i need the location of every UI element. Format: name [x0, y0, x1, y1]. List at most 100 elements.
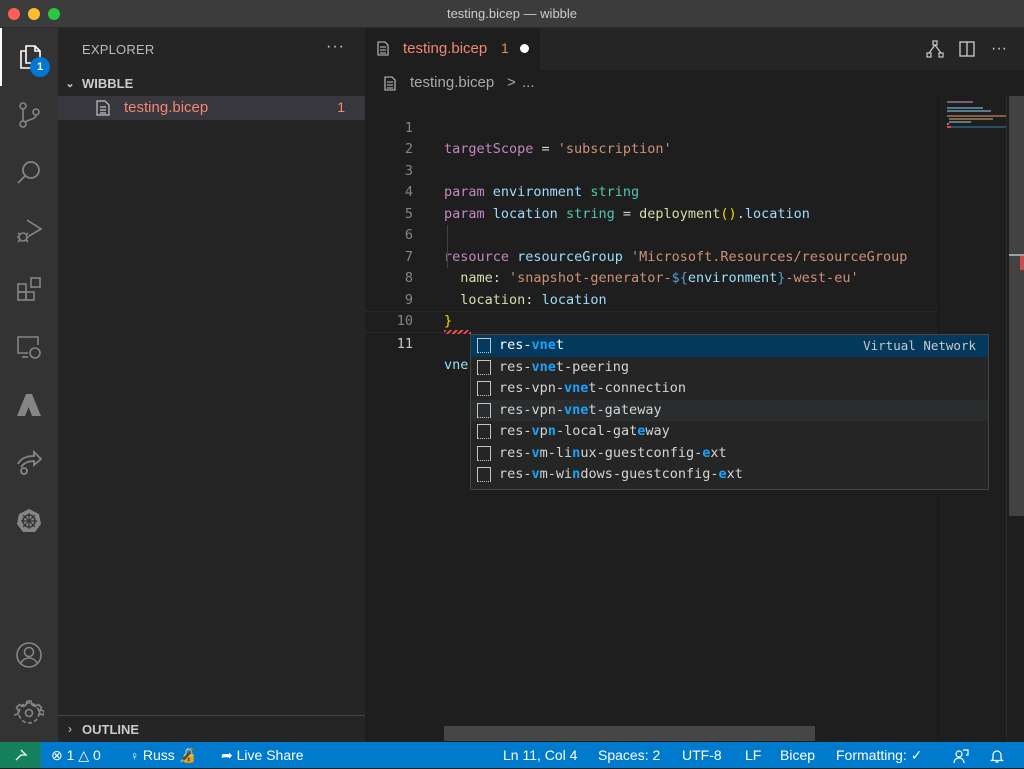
code-line: 1 targetScope = 'subscription' — [365, 96, 938, 158]
suggestion-widget: res-vnet Virtual Network res-vnet-peering r… — [470, 334, 989, 490]
split-editor-icon — [959, 41, 975, 57]
activity-bar: 1 — [0, 28, 58, 742]
code-line: 2 — [365, 118, 938, 157]
suggestion-label: res-vpn-vnet-connection — [499, 380, 686, 396]
cursor-position[interactable]: Ln 11, Col 4 — [503, 742, 577, 768]
suggestion-item[interactable]: res-vpn-vnet-connection — [471, 378, 988, 400]
chevron-down-icon: ⌄ — [65, 77, 75, 90]
eol-setting[interactable]: LF — [745, 742, 761, 768]
activity-manage[interactable] — [0, 684, 58, 742]
tab-testing-bicep[interactable]: testing.bicep 1 — [365, 28, 540, 70]
split-editor-button[interactable] — [958, 40, 976, 58]
indentation-setting[interactable]: Spaces: 2 — [598, 742, 660, 768]
code-line: 6 resource resourceGroup 'Microsoft.Reso… — [365, 204, 938, 265]
scrollbar-thumb[interactable] — [1009, 96, 1024, 516]
error-icon: ⊗ — [51, 747, 63, 763]
account-icon — [16, 642, 42, 668]
sidebar-title: EXPLORER — [82, 42, 155, 57]
status-bar: ⊗ 1 △ 0 ♀ Russ 🔏 ➦ Live Share Ln 11, Col… — [0, 742, 1024, 768]
user-name: Russ — [142, 747, 175, 763]
notifications-button[interactable] — [989, 742, 1005, 768]
source-control-icon — [19, 102, 40, 128]
activity-explorer[interactable]: 1 — [0, 28, 58, 86]
snippet-icon — [477, 338, 491, 353]
suggestion-label: res-vnet — [499, 337, 565, 353]
lock-icon: 🔏 — [178, 747, 197, 763]
activity-extensions[interactable] — [0, 260, 58, 318]
encoding-setting[interactable]: UTF-8 — [682, 742, 722, 768]
code-line: 5 — [365, 182, 938, 222]
vertical-scrollbar[interactable] — [1006, 96, 1024, 742]
window-title: testing.bicep — wibble — [446, 6, 578, 21]
live-share-label: Live Share — [236, 747, 304, 763]
file-problem-count: 1 — [337, 99, 345, 115]
window-minimize-button[interactable] — [28, 8, 40, 20]
formatting-status[interactable]: Formatting: ✓ — [836, 742, 922, 768]
language-mode[interactable]: Bicep — [780, 742, 815, 768]
suggestion-item[interactable]: res-vpn-local-gateway — [471, 421, 988, 443]
activity-live-share[interactable] — [0, 434, 58, 492]
visualizer-button[interactable] — [926, 40, 944, 58]
warning-count: 0 — [92, 747, 101, 763]
activity-source-control[interactable] — [0, 86, 58, 144]
explorer-badge: 1 — [30, 57, 50, 77]
run-debug-icon — [17, 219, 43, 243]
snippet-icon — [477, 359, 491, 375]
azure-icon — [17, 394, 41, 416]
suggestion-detail: Virtual Network — [863, 338, 976, 353]
kubernetes-icon — [17, 509, 41, 532]
editor-tab-bar: testing.bicep 1 ··· — [365, 28, 1024, 70]
sidebar-more-actions-button[interactable]: ··· — [326, 38, 345, 56]
suggestion-item[interactable]: res-vnet Virtual Network — [471, 335, 988, 357]
tab-problem-count: 1 — [501, 40, 509, 56]
activity-remote-explorer[interactable] — [0, 318, 58, 376]
horizontal-scrollbar[interactable] — [444, 726, 815, 741]
code-line: 8 location: location — [365, 247, 938, 308]
feedback-button[interactable] — [953, 742, 969, 768]
snippet-icon — [477, 445, 491, 461]
live-share-button[interactable]: ➦ Live Share — [221, 742, 304, 768]
folder-wibble[interactable]: ⌄ WIBBLE — [58, 72, 365, 94]
explorer-sidebar: EXPLORER ··· ⌄ WIBBLE testing.bicep 1 › … — [58, 28, 365, 742]
breadcrumb-file[interactable]: testing.bicep — [410, 74, 494, 91]
feedback-icon — [953, 749, 969, 764]
window-maximize-button[interactable] — [48, 8, 60, 20]
file-icon — [377, 41, 389, 56]
breadcrumb-symbols[interactable]: ... — [522, 74, 535, 91]
code-line: 4 param location string = deployment().l… — [365, 161, 938, 222]
snippet-icon — [477, 381, 491, 396]
file-name: testing.bicep — [124, 99, 209, 116]
file-item-testing-bicep[interactable]: testing.bicep 1 — [58, 96, 365, 120]
outline-section-header[interactable]: › OUTLINE — [58, 715, 365, 742]
suggestion-item[interactable]: res-vnet-peering — [471, 357, 988, 379]
problems-indicator[interactable]: ⊗ 1 △ 0 — [51, 742, 101, 768]
suggestion-label: res-vm-linux-guestconfig-ext — [499, 444, 727, 461]
account-status[interactable]: ♀ Russ 🔏 — [130, 742, 196, 768]
person-icon: ♀ — [130, 749, 139, 763]
activity-kubernetes[interactable] — [0, 492, 58, 550]
activity-accounts[interactable] — [0, 626, 58, 684]
activity-azure[interactable] — [0, 376, 58, 434]
suggestion-item[interactable]: res-vpn-vnet-gateway — [471, 399, 988, 421]
live-share-icon: ➦ — [221, 747, 233, 763]
breadcrumb-separator: > — [507, 74, 516, 91]
snippet-icon — [477, 424, 491, 439]
extensions-icon — [17, 277, 41, 301]
editor-actions: ··· — [926, 40, 1008, 58]
search-icon — [17, 161, 40, 184]
activity-run-debug[interactable] — [0, 202, 58, 260]
folder-name: WIBBLE — [82, 75, 134, 91]
activity-search[interactable] — [0, 144, 58, 202]
code-line: 10 — [365, 290, 938, 329]
more-actions-button[interactable]: ··· — [990, 40, 1008, 58]
unsaved-dot-icon[interactable] — [520, 44, 529, 53]
gear-icon — [14, 700, 44, 724]
window-close-button[interactable] — [8, 8, 20, 20]
suggestion-item[interactable]: res-vm-linux-guestconfig-ext — [471, 443, 988, 465]
suggestion-item[interactable]: res-vm-windows-guestconfig-ext — [471, 464, 988, 486]
visualize-icon — [926, 40, 944, 58]
remote-indicator-button[interactable] — [0, 742, 41, 768]
indent-guide — [447, 225, 448, 268]
chevron-right-icon: › — [68, 722, 72, 736]
warning-icon: △ — [78, 747, 90, 763]
